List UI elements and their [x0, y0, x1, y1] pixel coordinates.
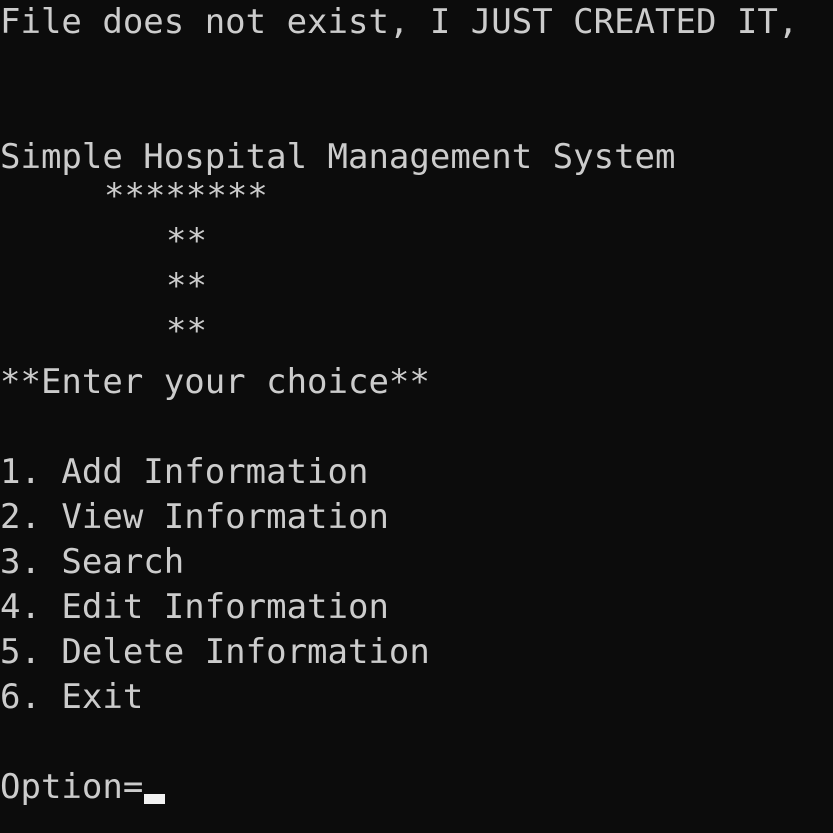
ascii-art-stem: ** [166, 221, 207, 261]
menu-item-exit: 6. Exit [0, 677, 144, 717]
prompt-heading: **Enter your choice** [0, 362, 430, 402]
status-message: File does not exist, I JUST CREATED IT, [0, 2, 799, 42]
menu-item-edit-information: 4. Edit Information [0, 587, 389, 627]
app-title: Simple Hospital Management System [0, 137, 676, 177]
menu-item-add-information: 1. Add Information [0, 452, 369, 492]
console-window[interactable]: File does not exist, I JUST CREATED IT, … [0, 0, 833, 833]
menu-item-view-information: 2. View Information [0, 497, 389, 537]
ascii-art-bar: ******** [104, 176, 268, 216]
ascii-art-stem: ** [166, 266, 207, 306]
menu-item-search: 3. Search [0, 542, 185, 582]
option-label: Option= [0, 767, 144, 807]
menu-item-delete-information: 5. Delete Information [0, 632, 430, 672]
option-input-line[interactable]: Option= [0, 765, 166, 810]
ascii-art-stem: ** [166, 311, 207, 351]
text-cursor [144, 794, 166, 804]
